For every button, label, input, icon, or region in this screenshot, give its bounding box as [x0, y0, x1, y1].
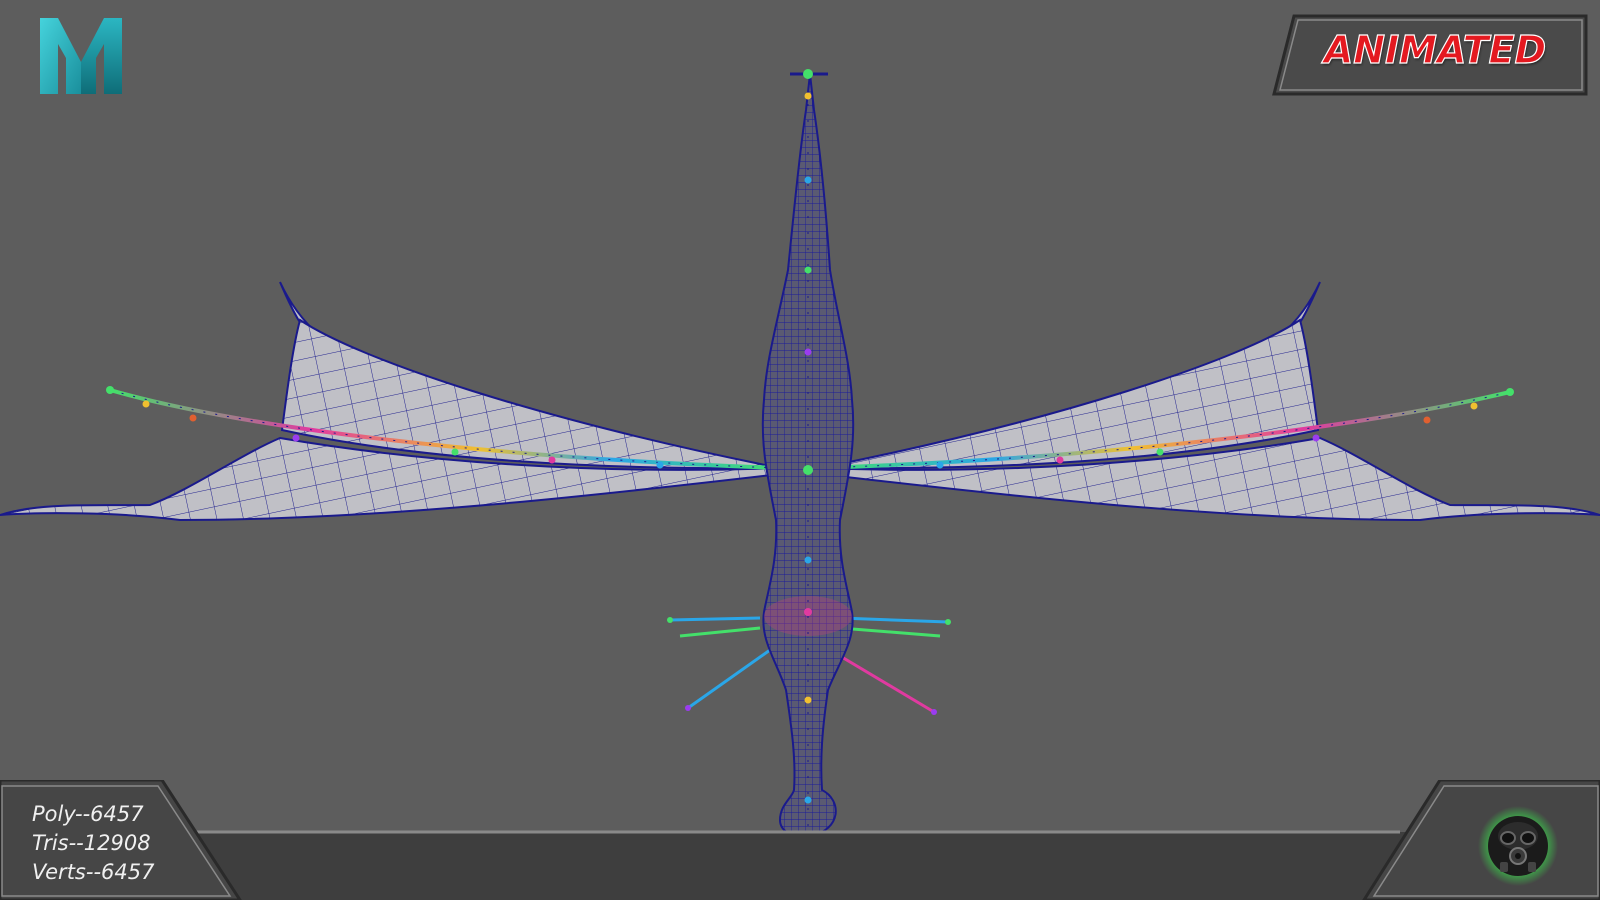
verts-count: Verts--6457: [32, 860, 155, 884]
wireframe-model: [0, 69, 1600, 838]
bottom-bar: [0, 780, 1600, 900]
poly-count: Poly--6457: [32, 802, 144, 826]
left-wing: [0, 281, 781, 522]
animated-label: ANIMATED: [1323, 27, 1547, 72]
mesh-stats: Poly--6457 Tris--12908 Verts--6457: [32, 800, 154, 887]
dragon-body: [761, 69, 855, 838]
tris-count: Tris--12908: [32, 831, 151, 855]
maya-logo-icon: [40, 18, 122, 94]
gas-mask-icon: [1478, 806, 1558, 886]
viewport[interactable]: [0, 0, 1600, 900]
right-wing: [819, 281, 1600, 522]
